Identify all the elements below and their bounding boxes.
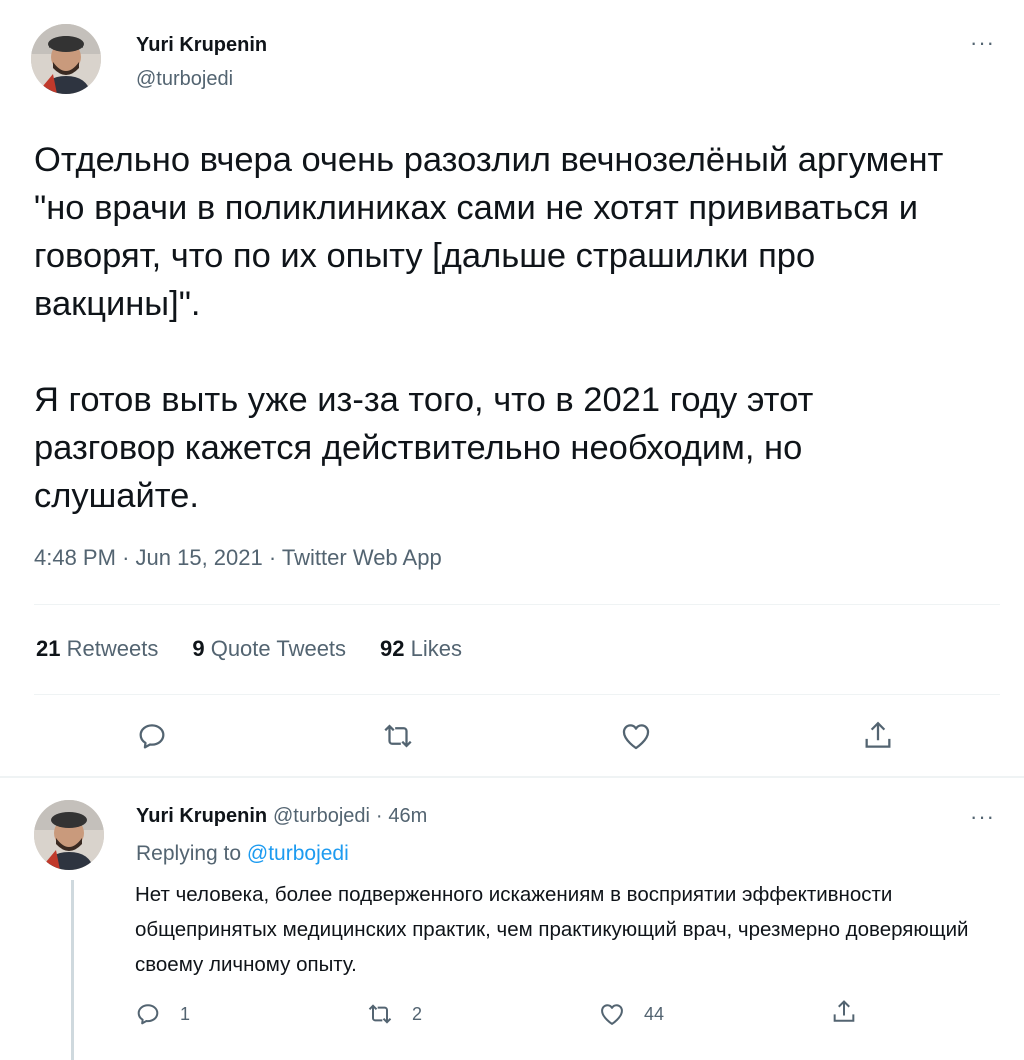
likes-label: Likes [410, 636, 463, 661]
divider [34, 604, 1000, 605]
likes-count: 92 [380, 636, 405, 661]
retweet-count: 2 [412, 1003, 423, 1024]
tweet-date[interactable]: Jun 15, 2021 [136, 545, 263, 570]
reply-author-avatar[interactable] [34, 800, 104, 870]
reply-icon [137, 1004, 159, 1025]
share-button[interactable] [856, 714, 900, 758]
meta-separator: · [375, 805, 383, 827]
reply-header: Yuri Krupenin @turbojedi · 46m [136, 804, 427, 828]
avatar-photo [31, 24, 101, 94]
reply-button[interactable] [130, 714, 174, 758]
retweet-icon [368, 1004, 392, 1024]
retweet-icon [384, 724, 412, 748]
replying-to-mention[interactable]: @turbojedi [247, 842, 349, 865]
replying-to-label: Replying to [136, 842, 242, 865]
author-avatar[interactable] [31, 24, 101, 94]
reply-retweet-button[interactable]: 2 [366, 1000, 422, 1028]
like-icon [601, 1004, 623, 1025]
reply-author-handle[interactable]: @turbojedi [273, 805, 370, 827]
tweet-source[interactable]: Twitter Web App [282, 545, 442, 570]
avatar-photo [34, 800, 104, 870]
divider [34, 694, 1000, 695]
tweet-stats: 21 Retweets 9 Quote Tweets 92 Likes [36, 636, 462, 662]
tweet-text: Отдельно вчера очень разозлил вечнозелён… [34, 141, 944, 515]
meta-separator: · [268, 545, 277, 570]
tweet-metadata: 4:48 PM · Jun 15, 2021 · Twitter Web App [34, 545, 442, 571]
likes-stat[interactable]: 92 Likes [380, 636, 462, 662]
reply-share-button[interactable] [830, 998, 858, 1026]
thread-line [71, 880, 74, 1060]
reply-like-button[interactable]: 44 [598, 1000, 664, 1028]
like-count: 44 [644, 1003, 665, 1024]
retweet-button[interactable] [376, 714, 420, 758]
quotes-count: 9 [192, 636, 205, 661]
retweets-label: Retweets [66, 636, 159, 661]
share-icon [865, 721, 891, 748]
reply-count: 1 [180, 1003, 191, 1024]
share-icon [833, 1000, 855, 1022]
author-handle[interactable]: @turbojedi [136, 68, 233, 91]
more-options-icon[interactable]: ··· [970, 32, 995, 54]
like-button[interactable] [614, 714, 658, 758]
reply-age[interactable]: 46m [388, 805, 427, 827]
section-separator [0, 776, 1024, 778]
author-name[interactable]: Yuri Krupenin [136, 34, 267, 57]
quotes-label: Quote Tweets [210, 636, 347, 661]
retweets-stat[interactable]: 21 Retweets [36, 636, 158, 662]
tweet-time[interactable]: 4:48 PM [34, 545, 116, 570]
reply-reply-button[interactable]: 1 [134, 1000, 190, 1028]
meta-separator: · [122, 545, 130, 570]
reply-author-name[interactable]: Yuri Krupenin [136, 805, 267, 827]
reply-more-options-icon[interactable]: ··· [970, 806, 995, 828]
reply-text: Нет человека, более подверженного искаже… [135, 883, 969, 976]
reply-icon [139, 724, 165, 749]
retweets-count: 21 [36, 636, 61, 661]
like-icon [622, 724, 650, 750]
replying-to: Replying to @turbojedi [136, 842, 349, 866]
quote-tweets-stat[interactable]: 9 Quote Tweets [192, 636, 346, 662]
